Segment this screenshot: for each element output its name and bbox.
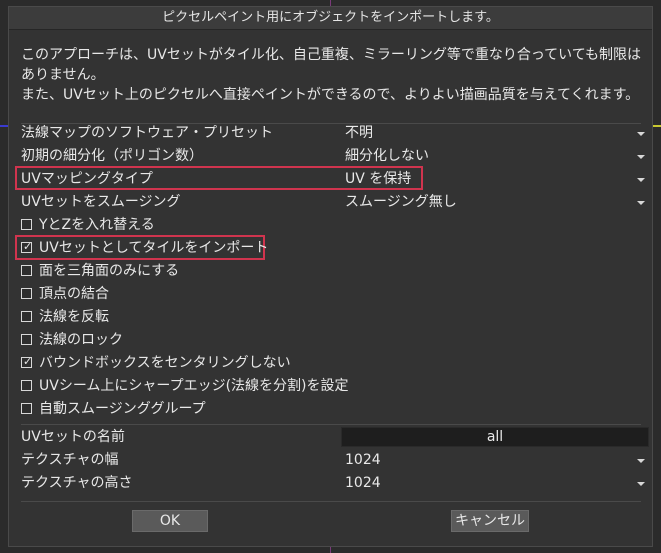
uv-smoothing-row: UVセットをスムージング スムージング無し bbox=[21, 191, 645, 213]
texture-width-label: テクスチャの幅 bbox=[21, 452, 119, 468]
texture-width-value: 1024 bbox=[345, 452, 381, 468]
normal-map-preset-select[interactable]: 不明 bbox=[341, 123, 649, 144]
checkbox-label: 面を三角面のみにする bbox=[39, 263, 180, 279]
initial-subdivision-label: 初期の細分化（ポリゴン数） bbox=[21, 148, 203, 164]
texture-height-select[interactable]: 1024 bbox=[341, 473, 649, 494]
initial-subdivision-value: 細分化しない bbox=[345, 148, 429, 164]
texture-width-select[interactable]: 1024 bbox=[341, 450, 649, 471]
dialog-description: このアプローチは、UVセットがタイル化、自己重複、ミラーリング等で重なり合ってい… bbox=[21, 45, 641, 105]
checkbox-box[interactable] bbox=[21, 311, 32, 322]
uv-mapping-type-value: UV を保持 bbox=[345, 171, 412, 187]
chevron-down-icon bbox=[637, 201, 645, 205]
check-icon: ✓ bbox=[23, 240, 33, 253]
uv-set-name-row: UVセットの名前 all bbox=[21, 426, 649, 448]
ok-button[interactable]: OK bbox=[132, 510, 208, 532]
initial-subdivision-row: 初期の細分化（ポリゴン数） 細分化しない bbox=[21, 145, 645, 167]
divider bbox=[21, 501, 641, 502]
checkbox-box[interactable] bbox=[21, 334, 32, 345]
description-line: このアプローチは、UVセットがタイル化、自己重複、ミラーリング等で重なり合ってい… bbox=[21, 47, 642, 63]
chevron-down-icon bbox=[637, 132, 645, 136]
checkbox-label: YとZを入れ替える bbox=[39, 217, 155, 233]
texture-height-value: 1024 bbox=[345, 475, 381, 491]
texture-height-row: テクスチャの高さ 1024 bbox=[21, 472, 645, 494]
import-dialog: ピクセルペイント用にオブジェクトをインポートします。 このアプローチは、UVセッ… bbox=[8, 6, 653, 547]
uv-set-name-label: UVセットの名前 bbox=[21, 429, 125, 445]
checkbox-box[interactable] bbox=[21, 288, 32, 299]
description-line: ありません。 bbox=[21, 67, 105, 83]
uv-smoothing-value: スムージング無し bbox=[345, 194, 457, 210]
checkbox-label: UVシーム上にシャープエッジ(法線を分割)を設定 bbox=[39, 378, 349, 394]
checkbox-label: UVセットとしてタイルをインポート bbox=[39, 240, 269, 256]
uv-mapping-type-select[interactable]: UV を保持 bbox=[341, 169, 649, 190]
uv-mapping-type-row: UVマッピングタイプ UV を保持 bbox=[21, 168, 645, 190]
checkbox-label: 法線のロック bbox=[39, 332, 123, 348]
normal-map-preset-value: 不明 bbox=[345, 125, 373, 141]
texture-width-row: テクスチャの幅 1024 bbox=[21, 449, 645, 471]
checkbox-label: バウンドボックスをセンタリングしない bbox=[39, 355, 291, 371]
chevron-down-icon bbox=[637, 482, 645, 486]
normal-map-preset-label: 法線マップのソフトウェア・プリセット bbox=[21, 125, 273, 141]
checkbox-label: 自動スムージンググループ bbox=[39, 401, 206, 417]
check-icon: ✓ bbox=[23, 355, 33, 368]
checkbox-label: 頂点の結合 bbox=[39, 286, 109, 302]
initial-subdivision-select[interactable]: 細分化しない bbox=[341, 146, 649, 167]
normal-map-preset-row: 法線マップのソフトウェア・プリセット 不明 bbox=[21, 122, 645, 144]
texture-height-label: テクスチャの高さ bbox=[21, 475, 133, 491]
cancel-button[interactable]: キャンセル bbox=[451, 510, 529, 532]
uv-smoothing-label: UVセットをスムージング bbox=[21, 194, 181, 210]
viewport-axis-line bbox=[0, 125, 8, 127]
uv-mapping-type-label: UVマッピングタイプ bbox=[21, 171, 153, 187]
checkbox-box[interactable]: ✓ bbox=[21, 240, 33, 253]
uv-set-name-input[interactable]: all bbox=[341, 427, 649, 447]
viewport-axis-line bbox=[653, 125, 661, 127]
chevron-down-icon bbox=[637, 459, 645, 463]
description-line: また、UVセット上のピクセルへ直接ペイントができるので、よりよい描画品質を与えて… bbox=[21, 87, 640, 103]
checkbox-box[interactable] bbox=[21, 219, 32, 230]
checkbox-box[interactable] bbox=[21, 403, 32, 414]
checkbox-box[interactable] bbox=[21, 265, 32, 276]
dialog-title: ピクセルペイント用にオブジェクトをインポートします。 bbox=[9, 7, 652, 30]
chevron-down-icon bbox=[637, 178, 645, 182]
checkbox-label: 法線を反転 bbox=[39, 309, 109, 325]
divider bbox=[21, 424, 641, 425]
uv-smoothing-select[interactable]: スムージング無し bbox=[341, 192, 649, 213]
chevron-down-icon bbox=[637, 155, 645, 159]
checkbox-box[interactable] bbox=[21, 380, 32, 391]
checkbox-box[interactable]: ✓ bbox=[21, 355, 33, 368]
